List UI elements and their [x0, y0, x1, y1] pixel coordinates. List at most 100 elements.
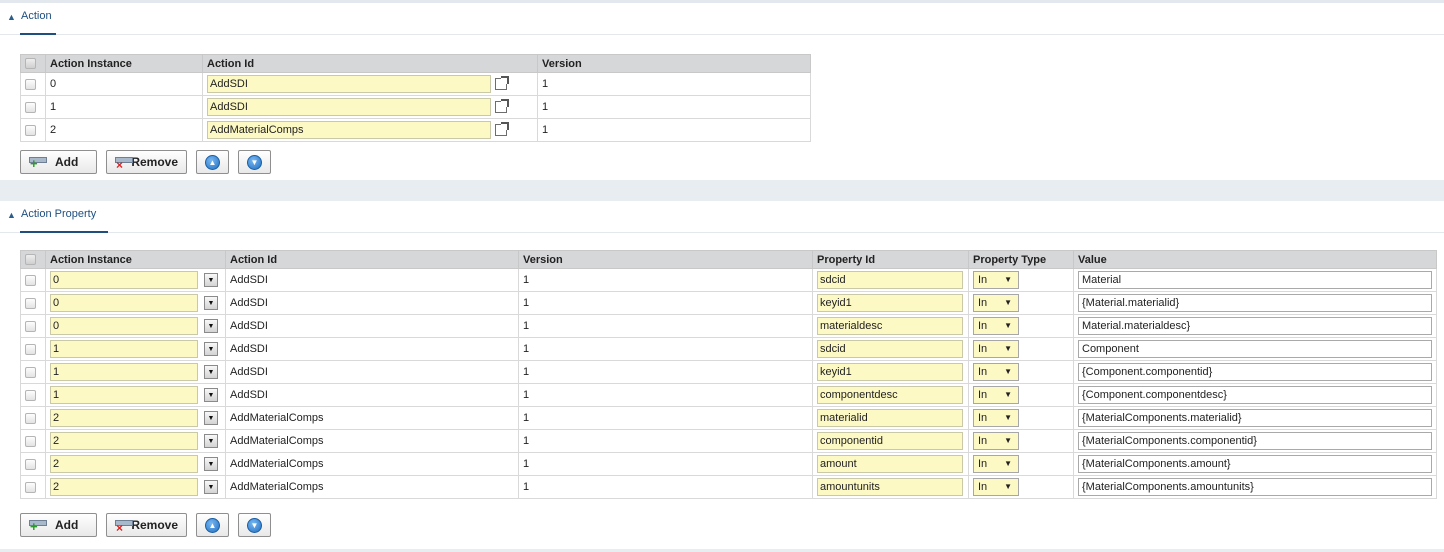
row-select-cell[interactable]	[20, 475, 46, 499]
row-select-cell[interactable]	[20, 314, 46, 338]
dropdown-arrow-icon[interactable]: ▼	[204, 296, 218, 310]
dropdown-arrow-icon[interactable]: ▼	[204, 434, 218, 448]
select-all-checkbox[interactable]	[25, 58, 36, 70]
property-type-select[interactable]: In ▼	[973, 432, 1019, 450]
row-checkbox[interactable]	[25, 458, 36, 470]
column-header[interactable]: Version	[537, 54, 811, 73]
column-header[interactable]: Property Id	[812, 250, 969, 269]
select-all-checkbox[interactable]	[25, 254, 36, 266]
table-row[interactable]: 1 AddSDI 1	[20, 95, 811, 119]
action-id-input[interactable]: AddMaterialComps	[207, 121, 491, 139]
dropdown-arrow-icon[interactable]: ▼	[204, 365, 218, 379]
row-select-cell[interactable]	[20, 72, 46, 96]
action-instance-select[interactable]: 2	[50, 409, 198, 427]
row-select-cell[interactable]	[20, 383, 46, 407]
action-instance-select[interactable]: 0	[50, 271, 198, 289]
action-instance-select[interactable]: 0	[50, 317, 198, 335]
action-instance-select[interactable]: 0	[50, 294, 198, 312]
table-row[interactable]: 2 ▼ AddMaterialComps 1 amountunits In ▼ {Materi…	[20, 475, 1437, 499]
external-link-icon[interactable]	[495, 76, 509, 90]
row-checkbox[interactable]	[25, 78, 36, 90]
table-row[interactable]: 2 ▼ AddMaterialComps 1 amount In ▼ {MaterialCom…	[20, 452, 1437, 476]
row-checkbox[interactable]	[25, 412, 36, 424]
table-row[interactable]: 0 ▼ AddSDI 1 materialdesc In ▼ Material.materia…	[20, 314, 1437, 338]
property-id-input[interactable]: keyid1	[817, 363, 963, 381]
action-instance-select[interactable]: 1	[50, 363, 198, 381]
property-type-select[interactable]: In ▼	[973, 409, 1019, 427]
table-row[interactable]: 2 ▼ AddMaterialComps 1 materialid In ▼ {Materia…	[20, 406, 1437, 430]
row-checkbox[interactable]	[25, 274, 36, 286]
chevron-up-icon[interactable]: ▲	[7, 210, 16, 220]
table-row[interactable]: 2 ▼ AddMaterialComps 1 componentid In ▼ {Materi…	[20, 429, 1437, 453]
external-link-icon[interactable]	[495, 122, 509, 136]
table-row[interactable]: 0 ▼ AddSDI 1 sdcid In ▼ Material	[20, 268, 1437, 292]
action-property-panel-header[interactable]: ▲ Action Property	[0, 201, 1444, 233]
dropdown-arrow-icon[interactable]: ▼	[204, 411, 218, 425]
row-checkbox[interactable]	[25, 124, 36, 136]
property-id-input[interactable]: materialdesc	[817, 317, 963, 335]
dropdown-arrow-icon[interactable]: ▼	[204, 457, 218, 471]
property-id-input[interactable]: keyid1	[817, 294, 963, 312]
value-input[interactable]: Material.materialdesc}	[1078, 317, 1432, 335]
value-input[interactable]: {MaterialComponents.amount}	[1078, 455, 1432, 473]
value-input[interactable]: {Component.componentdesc}	[1078, 386, 1432, 404]
row-checkbox[interactable]	[25, 389, 36, 401]
row-checkbox[interactable]	[25, 101, 36, 113]
table-row[interactable]: 0 ▼ AddSDI 1 keyid1 In ▼ {Material.materialid}	[20, 291, 1437, 315]
property-id-input[interactable]: sdcid	[817, 340, 963, 358]
remove-button[interactable]: Remove	[106, 513, 187, 537]
row-select-cell[interactable]	[20, 95, 46, 119]
action-id-input[interactable]: AddSDI	[207, 75, 491, 93]
action-instance-select[interactable]: 2	[50, 432, 198, 450]
row-checkbox[interactable]	[25, 481, 36, 493]
dropdown-arrow-icon[interactable]: ▼	[204, 342, 218, 356]
row-checkbox[interactable]	[25, 343, 36, 355]
row-checkbox[interactable]	[25, 435, 36, 447]
table-row[interactable]: 1 ▼ AddSDI 1 sdcid In ▼ Component	[20, 337, 1437, 361]
column-header[interactable]: Property Type	[968, 250, 1074, 269]
row-checkbox[interactable]	[25, 320, 36, 332]
table-row[interactable]: 1 ▼ AddSDI 1 componentdesc In ▼ {Component.comp…	[20, 383, 1437, 407]
property-type-select[interactable]: In ▼	[973, 294, 1019, 312]
column-header[interactable]: Version	[518, 250, 813, 269]
value-input[interactable]: Material	[1078, 271, 1432, 289]
row-select-cell[interactable]	[20, 429, 46, 453]
property-type-select[interactable]: In ▼	[973, 340, 1019, 358]
row-checkbox[interactable]	[25, 366, 36, 378]
value-input[interactable]: {Material.materialid}	[1078, 294, 1432, 312]
property-id-input[interactable]: sdcid	[817, 271, 963, 289]
add-button[interactable]: Add	[20, 150, 97, 174]
row-select-cell[interactable]	[20, 452, 46, 476]
action-id-input[interactable]: AddSDI	[207, 98, 491, 116]
remove-button[interactable]: Remove	[106, 150, 187, 174]
property-type-select[interactable]: In ▼	[973, 363, 1019, 381]
table-row[interactable]: 2 AddMaterialComps 1	[20, 118, 811, 142]
property-id-input[interactable]: amount	[817, 455, 963, 473]
property-type-select[interactable]: In ▼	[973, 455, 1019, 473]
move-up-button[interactable]: ▲	[196, 513, 229, 537]
property-id-input[interactable]: componentid	[817, 432, 963, 450]
property-id-input[interactable]: componentdesc	[817, 386, 963, 404]
action-instance-select[interactable]: 1	[50, 340, 198, 358]
dropdown-arrow-icon[interactable]: ▼	[204, 319, 218, 333]
column-header[interactable]: Value	[1073, 250, 1437, 269]
add-button[interactable]: Add	[20, 513, 97, 537]
move-up-button[interactable]: ▲	[196, 150, 229, 174]
row-select-cell[interactable]	[20, 337, 46, 361]
row-select-cell[interactable]	[20, 268, 46, 292]
value-input[interactable]: {Component.componentid}	[1078, 363, 1432, 381]
select-all-header[interactable]	[20, 54, 46, 73]
external-link-icon[interactable]	[495, 99, 509, 113]
column-header[interactable]: Action Instance	[45, 250, 226, 269]
move-down-button[interactable]: ▼	[238, 513, 271, 537]
column-header[interactable]: Action Id	[225, 250, 519, 269]
value-input[interactable]: {MaterialComponents.componentid}	[1078, 432, 1432, 450]
row-select-cell[interactable]	[20, 406, 46, 430]
row-checkbox[interactable]	[25, 297, 36, 309]
table-row[interactable]: 0 AddSDI 1	[20, 72, 811, 96]
property-id-input[interactable]: amountunits	[817, 478, 963, 496]
property-type-select[interactable]: In ▼	[973, 271, 1019, 289]
action-instance-select[interactable]: 1	[50, 386, 198, 404]
action-instance-select[interactable]: 2	[50, 455, 198, 473]
row-select-cell[interactable]	[20, 360, 46, 384]
